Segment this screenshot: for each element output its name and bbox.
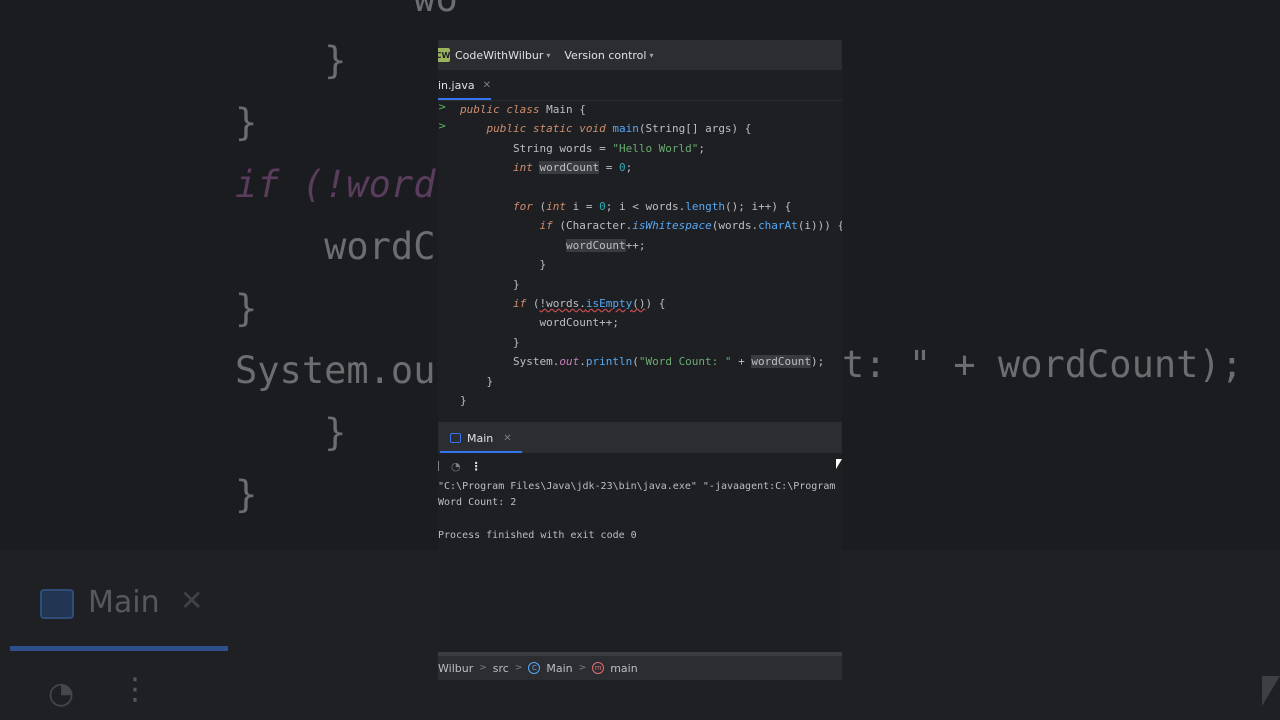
background-code: wo } } if (!words wordCo } System.out } … [235,0,458,516]
stop-icon[interactable] [438,461,439,471]
run-tab-bar: Main ✕ [438,423,842,453]
project-selector[interactable]: CodeWithWilbur [455,49,543,62]
background-more-icon: ⋮ [120,672,150,707]
close-icon[interactable]: ✕ [503,433,511,444]
method-icon: m [592,662,605,674]
more-options-icon[interactable]: ⋮ [471,460,482,473]
run-toolbar: ◔ ⋮ [438,457,482,475]
chevron-down-icon[interactable]: ▾ [546,51,550,60]
background-code-right: t: " + wordCount); [842,343,1243,386]
run-tab-main[interactable]: Main ✕ [440,423,522,453]
status-bar-breadcrumb: Wilbur > src > C Main > m main [438,652,842,680]
breadcrumb-class[interactable]: Main [546,662,572,675]
chevron-right-icon: > [578,663,587,673]
chevron-down-icon[interactable]: ▾ [649,51,653,60]
editor-tab-bar: in.java ✕ [438,70,842,101]
code-lines: public class Main { public static void m… [460,103,842,408]
ide-window: CW CodeWithWilbur ▾ Version control ▾ in… [438,40,842,680]
code-editor[interactable]: > > public class Main { public static vo… [438,100,842,420]
background-tab-underline [10,646,228,651]
editor-tab-label: in.java [438,78,475,92]
chevron-right-icon: > [514,663,523,673]
mouse-cursor-icon [836,459,842,469]
background-gauge-icon: ◔ [48,676,75,711]
run-gutter-icon[interactable]: > [438,102,446,113]
breadcrumb-method[interactable]: main [610,662,637,675]
project-badge: CW [438,48,450,62]
background-cursor-icon [1262,676,1280,706]
background-run-tab: Main [40,585,160,620]
version-control-menu[interactable]: Version control [564,49,646,62]
background-close-icon: ✕ [180,584,204,617]
close-icon[interactable]: ✕ [483,80,491,91]
run-tab-label: Main [467,431,494,445]
run-panel: Main ✕ ◔ ⋮ "C:\Program Files\Java\jdk-23… [438,422,842,653]
gauge-icon[interactable]: ◔ [451,460,461,473]
top-bar: CW CodeWithWilbur ▾ Version control ▾ [438,40,842,70]
active-tab-indicator [440,451,522,453]
editor-tab-main-java[interactable]: in.java ✕ [438,70,499,100]
breadcrumb-project[interactable]: Wilbur [438,662,473,675]
run-gutter-icon[interactable]: > [438,121,446,132]
console-output: "C:\Program Files\Java\jdk-23\bin\java.e… [438,481,842,541]
chevron-right-icon: > [479,663,487,673]
window-icon [450,433,461,443]
class-icon: C [528,662,541,674]
breadcrumb-src[interactable]: src [493,662,509,675]
